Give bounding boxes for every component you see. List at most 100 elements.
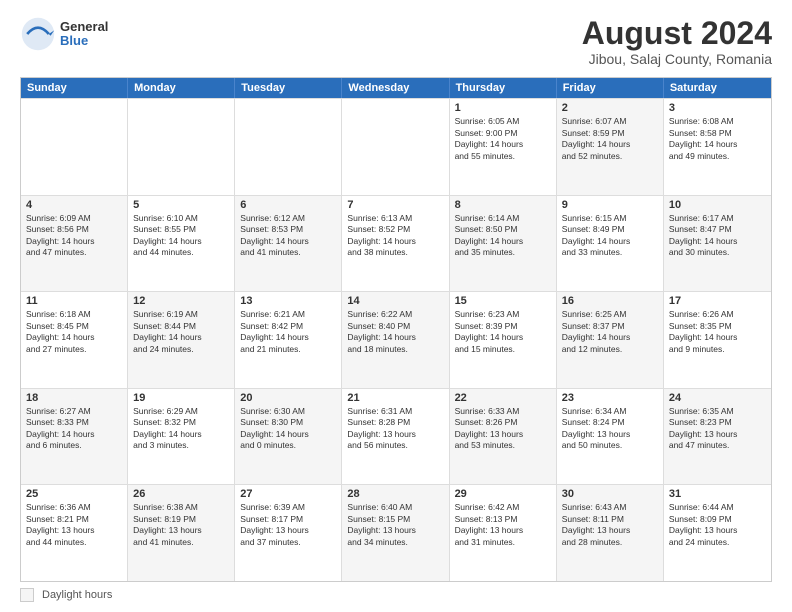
- day-number: 10: [669, 199, 766, 211]
- day-number: 4: [26, 199, 122, 211]
- cell-daylight-text: Sunrise: 6:21 AM Sunset: 8:42 PM Dayligh…: [240, 309, 309, 353]
- calendar-cell: 9 Sunrise: 6:15 AM Sunset: 8:49 PM Daylig…: [557, 196, 664, 292]
- calendar-header-cell: Monday: [128, 78, 235, 98]
- day-number: 6: [240, 199, 336, 211]
- cell-daylight-text: Sunrise: 6:44 AM Sunset: 8:09 PM Dayligh…: [669, 502, 738, 546]
- calendar-cell: 20 Sunrise: 6:30 AM Sunset: 8:30 PM Dayli…: [235, 389, 342, 485]
- calendar-row: 25Sunrise: 6:36 AM Sunset: 8:21 PM Dayli…: [21, 484, 771, 581]
- day-number: 24: [669, 392, 766, 404]
- calendar-cell: 31 Sunrise: 6:44 AM Sunset: 8:09 PM Dayli…: [664, 485, 771, 581]
- day-number: 19: [133, 392, 229, 404]
- cell-daylight-text: Sunrise: 6:40 AM Sunset: 8:15 PM Dayligh…: [347, 502, 416, 546]
- cell-daylight-text: Sunrise: 6:42 AM Sunset: 8:13 PM Dayligh…: [455, 502, 524, 546]
- calendar-cell: 30 Sunrise: 6:43 AM Sunset: 8:11 PM Dayli…: [557, 485, 664, 581]
- calendar-header-cell: Saturday: [664, 78, 771, 98]
- cell-daylight-text: Sunrise: 6:14 AM Sunset: 8:50 PM Dayligh…: [455, 213, 524, 257]
- calendar-cell: 29 Sunrise: 6:42 AM Sunset: 8:13 PM Dayli…: [450, 485, 557, 581]
- calendar-row: 11Sunrise: 6:18 AM Sunset: 8:45 PM Dayli…: [21, 291, 771, 388]
- calendar-cell: 3 Sunrise: 6:08 AM Sunset: 8:58 PM Daylig…: [664, 99, 771, 195]
- day-number: 1: [455, 102, 551, 114]
- cell-daylight-text: Sunrise: 6:30 AM Sunset: 8:30 PM Dayligh…: [240, 406, 309, 450]
- logo-blue-text: Blue: [60, 34, 108, 48]
- day-number: 11: [26, 295, 122, 307]
- cell-daylight-text: Sunrise: 6:05 AM Sunset: 9:00 PM Dayligh…: [455, 116, 524, 160]
- calendar-cell: [342, 99, 449, 195]
- calendar-cell: 19 Sunrise: 6:29 AM Sunset: 8:32 PM Dayli…: [128, 389, 235, 485]
- day-number: 3: [669, 102, 766, 114]
- cell-daylight-text: Sunrise: 6:08 AM Sunset: 8:58 PM Dayligh…: [669, 116, 738, 160]
- cell-daylight-text: Sunrise: 6:35 AM Sunset: 8:23 PM Dayligh…: [669, 406, 738, 450]
- footer-label: Daylight hours: [42, 589, 112, 601]
- cell-daylight-text: Sunrise: 6:12 AM Sunset: 8:53 PM Dayligh…: [240, 213, 309, 257]
- cell-daylight-text: Sunrise: 6:29 AM Sunset: 8:32 PM Dayligh…: [133, 406, 202, 450]
- day-number: 22: [455, 392, 551, 404]
- day-number: 17: [669, 295, 766, 307]
- day-number: 18: [26, 392, 122, 404]
- calendar-header-cell: Thursday: [450, 78, 557, 98]
- calendar: SundayMondayTuesdayWednesdayThursdayFrid…: [20, 77, 772, 582]
- calendar-cell: 27Sunrise: 6:39 AM Sunset: 8:17 PM Dayli…: [235, 485, 342, 581]
- calendar-cell: 21Sunrise: 6:31 AM Sunset: 8:28 PM Dayli…: [342, 389, 449, 485]
- calendar-header-cell: Friday: [557, 78, 664, 98]
- day-number: 14: [347, 295, 443, 307]
- day-number: 29: [455, 488, 551, 500]
- day-number: 12: [133, 295, 229, 307]
- day-number: 31: [669, 488, 766, 500]
- cell-daylight-text: Sunrise: 6:27 AM Sunset: 8:33 PM Dayligh…: [26, 406, 95, 450]
- calendar-cell: 11Sunrise: 6:18 AM Sunset: 8:45 PM Dayli…: [21, 292, 128, 388]
- cell-daylight-text: Sunrise: 6:38 AM Sunset: 8:19 PM Dayligh…: [133, 502, 202, 546]
- calendar-cell: 17 Sunrise: 6:26 AM Sunset: 8:35 PM Dayli…: [664, 292, 771, 388]
- calendar-cell: 16Sunrise: 6:25 AM Sunset: 8:37 PM Dayli…: [557, 292, 664, 388]
- day-number: 26: [133, 488, 229, 500]
- calendar-header-row: SundayMondayTuesdayWednesdayThursdayFrid…: [21, 78, 771, 98]
- day-number: 30: [562, 488, 658, 500]
- day-number: 13: [240, 295, 336, 307]
- day-number: 25: [26, 488, 122, 500]
- calendar-cell: 15 Sunrise: 6:23 AM Sunset: 8:39 PM Dayli…: [450, 292, 557, 388]
- calendar-cell: [21, 99, 128, 195]
- cell-daylight-text: Sunrise: 6:17 AM Sunset: 8:47 PM Dayligh…: [669, 213, 738, 257]
- day-number: 7: [347, 199, 443, 211]
- calendar-cell: 13 Sunrise: 6:21 AM Sunset: 8:42 PM Dayli…: [235, 292, 342, 388]
- cell-daylight-text: Sunrise: 6:13 AM Sunset: 8:52 PM Dayligh…: [347, 213, 416, 257]
- calendar-header-cell: Tuesday: [235, 78, 342, 98]
- calendar-row: 1 Sunrise: 6:05 AM Sunset: 9:00 PM Daylig…: [21, 98, 771, 195]
- day-number: 2: [562, 102, 658, 114]
- day-number: 8: [455, 199, 551, 211]
- day-number: 15: [455, 295, 551, 307]
- cell-daylight-text: Sunrise: 6:39 AM Sunset: 8:17 PM Dayligh…: [240, 502, 309, 546]
- day-number: 23: [562, 392, 658, 404]
- cell-daylight-text: Sunrise: 6:43 AM Sunset: 8:11 PM Dayligh…: [562, 502, 631, 546]
- cell-daylight-text: Sunrise: 6:26 AM Sunset: 8:35 PM Dayligh…: [669, 309, 738, 353]
- calendar-cell: 22 Sunrise: 6:33 AM Sunset: 8:26 PM Dayli…: [450, 389, 557, 485]
- calendar-row: 18 Sunrise: 6:27 AM Sunset: 8:33 PM Dayli…: [21, 388, 771, 485]
- day-number: 20: [240, 392, 336, 404]
- logo: General Blue: [20, 16, 108, 52]
- day-number: 28: [347, 488, 443, 500]
- cell-daylight-text: Sunrise: 6:23 AM Sunset: 8:39 PM Dayligh…: [455, 309, 524, 353]
- day-number: 9: [562, 199, 658, 211]
- calendar-cell: [235, 99, 342, 195]
- calendar-header-cell: Wednesday: [342, 78, 449, 98]
- cell-daylight-text: Sunrise: 6:15 AM Sunset: 8:49 PM Dayligh…: [562, 213, 631, 257]
- cell-daylight-text: Sunrise: 6:09 AM Sunset: 8:56 PM Dayligh…: [26, 213, 95, 257]
- calendar-cell: 23Sunrise: 6:34 AM Sunset: 8:24 PM Dayli…: [557, 389, 664, 485]
- day-number: 21: [347, 392, 443, 404]
- calendar-cell: [128, 99, 235, 195]
- calendar-cell: 12Sunrise: 6:19 AM Sunset: 8:44 PM Dayli…: [128, 292, 235, 388]
- cell-daylight-text: Sunrise: 6:10 AM Sunset: 8:55 PM Dayligh…: [133, 213, 202, 257]
- calendar-row: 4 Sunrise: 6:09 AM Sunset: 8:56 PM Daylig…: [21, 195, 771, 292]
- day-number: 5: [133, 199, 229, 211]
- calendar-cell: 28 Sunrise: 6:40 AM Sunset: 8:15 PM Dayli…: [342, 485, 449, 581]
- calendar-cell: 24 Sunrise: 6:35 AM Sunset: 8:23 PM Dayli…: [664, 389, 771, 485]
- title-block: August 2024 Jibou, Salaj County, Romania: [582, 16, 772, 67]
- calendar-cell: 1 Sunrise: 6:05 AM Sunset: 9:00 PM Daylig…: [450, 99, 557, 195]
- cell-daylight-text: Sunrise: 6:33 AM Sunset: 8:26 PM Dayligh…: [455, 406, 524, 450]
- page: General Blue August 2024 Jibou, Salaj Co…: [0, 0, 792, 612]
- main-title: August 2024: [582, 16, 772, 51]
- calendar-cell: 6 Sunrise: 6:12 AM Sunset: 8:53 PM Daylig…: [235, 196, 342, 292]
- calendar-cell: 8 Sunrise: 6:14 AM Sunset: 8:50 PM Daylig…: [450, 196, 557, 292]
- day-number: 16: [562, 295, 658, 307]
- logo-general-text: General: [60, 20, 108, 34]
- logo-text: General Blue: [60, 20, 108, 49]
